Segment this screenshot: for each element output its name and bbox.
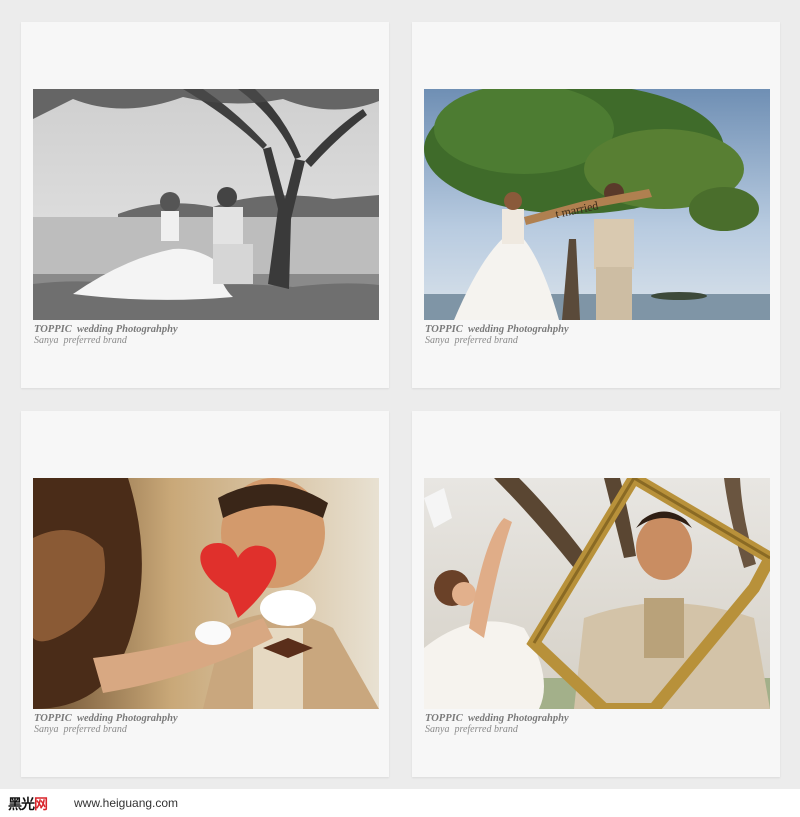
caption-tagline: Sanya preferred brand — [34, 724, 127, 735]
caption-brand: TOPPIC wedding Photograhphy — [34, 324, 178, 335]
caption-brand: TOPPIC wedding Photograhphy — [425, 324, 569, 335]
wedding-photo-gold-frame[interactable] — [424, 478, 770, 709]
photo-caption: TOPPIC wedding Photograhphy Sanya prefer… — [425, 713, 569, 735]
caption-tagline: Sanya preferred brand — [425, 335, 518, 346]
photo-card-1[interactable]: TOPPIC wedding Photograhphy Sanya prefer… — [21, 22, 389, 388]
caption-brand: TOPPIC wedding Photograhphy — [34, 713, 178, 724]
caption-brand: TOPPIC wedding Photograhphy — [425, 713, 569, 724]
logo-accent: 网 — [34, 797, 48, 813]
photo-card-3[interactable]: TOPPIC wedding Photograhphy Sanya prefer… — [21, 411, 389, 777]
footer-watermark: 黑光网 www.heiguang.com — [0, 789, 800, 817]
logo-text: 黑光 — [8, 797, 35, 813]
photo-card-4[interactable]: TOPPIC wedding Photograhphy Sanya prefer… — [412, 411, 780, 777]
photo-caption: TOPPIC wedding Photograhphy Sanya prefer… — [34, 324, 178, 346]
site-url-link[interactable]: www.heiguang.com — [74, 796, 178, 810]
caption-tagline: Sanya preferred brand — [425, 724, 518, 735]
heiguang-logo[interactable]: 黑光网 — [8, 794, 48, 814]
photo-caption: TOPPIC wedding Photograhphy Sanya prefer… — [34, 713, 178, 735]
caption-tagline: Sanya preferred brand — [34, 335, 127, 346]
wedding-photo-bw-tree[interactable] — [33, 89, 379, 320]
photo-caption: TOPPIC wedding Photograhphy Sanya prefer… — [425, 324, 569, 346]
wedding-photo-red-heart[interactable] — [33, 478, 379, 709]
wedding-photo-banner[interactable]: t married — [424, 89, 770, 320]
photo-card-2[interactable]: t married TOPPIC wedding Photograhphy Sa… — [412, 22, 780, 388]
